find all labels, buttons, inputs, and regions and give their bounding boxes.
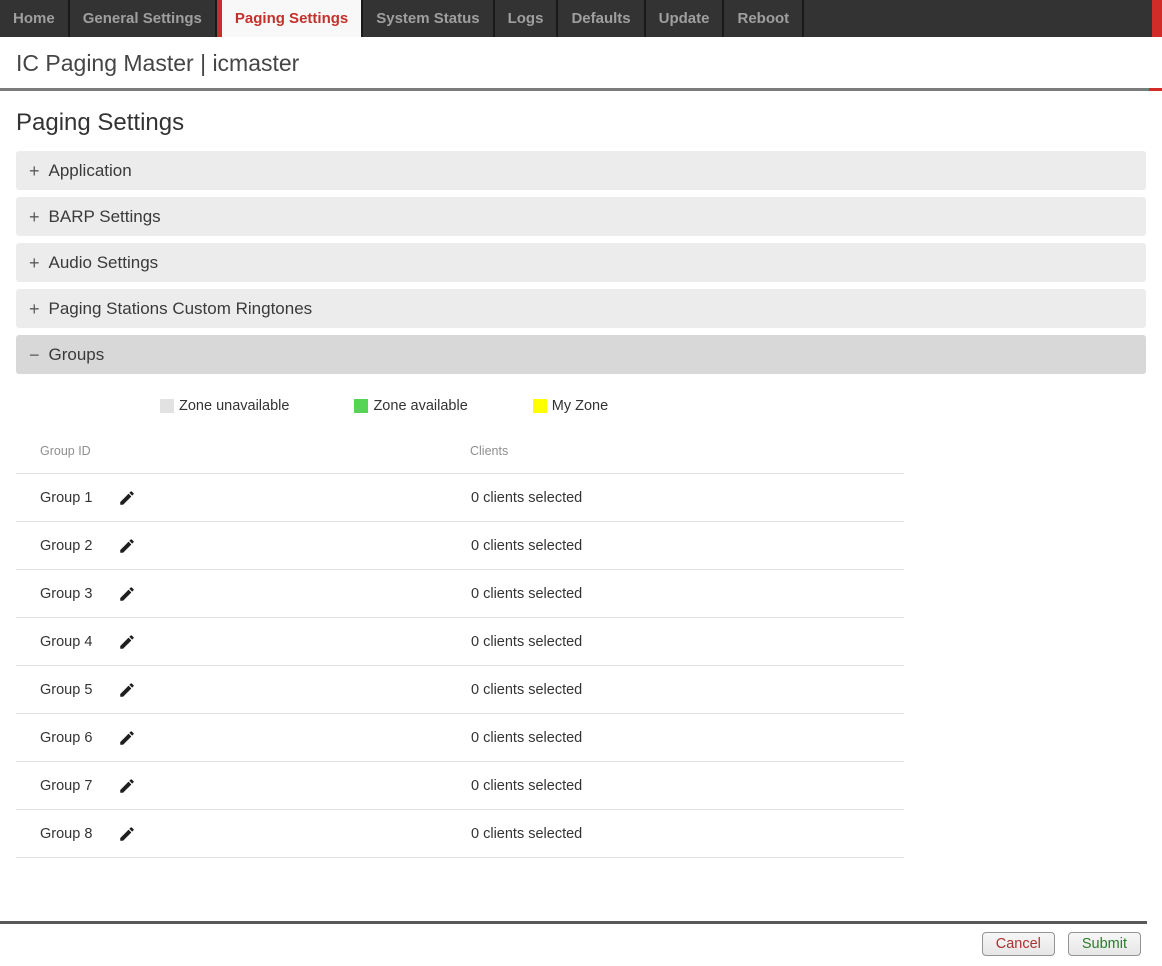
submit-button[interactable]: Submit <box>1068 932 1141 956</box>
collapse-icon: − <box>29 346 40 364</box>
edit-group-button[interactable] <box>118 729 136 747</box>
table-row: Group 8 0 clients selected <box>16 810 904 858</box>
my-zone-swatch <box>533 399 547 413</box>
section-header-audio-settings[interactable]: + Audio Settings <box>16 243 1146 282</box>
section-header-barp-settings[interactable]: + BARP Settings <box>16 197 1146 236</box>
nav-spacer <box>804 0 1152 37</box>
pencil-icon <box>118 633 136 651</box>
legend-item-zone-available: Zone available <box>354 398 467 414</box>
clients-selected-label: 0 clients selected <box>471 538 582 554</box>
section-header-application[interactable]: + Application <box>16 151 1146 190</box>
table-row: Group 6 0 clients selected <box>16 714 904 762</box>
table-row: Group 7 0 clients selected <box>16 762 904 810</box>
main-content: Paging Settings + Application + BARP Set… <box>0 109 1162 858</box>
footer-actions: Cancel Submit <box>0 924 1162 956</box>
table-header-row: Group ID Clients <box>16 431 904 474</box>
legend-label: Zone unavailable <box>179 398 289 414</box>
pencil-icon <box>118 537 136 555</box>
group-id-label: Group 2 <box>40 538 92 554</box>
clients-selected-label: 0 clients selected <box>471 778 582 794</box>
section-label: Paging Stations Custom Ringtones <box>49 299 313 319</box>
table-row: Group 3 0 clients selected <box>16 570 904 618</box>
pencil-icon <box>118 777 136 795</box>
edit-group-button[interactable] <box>118 537 136 555</box>
legend-item-zone-unavailable: Zone unavailable <box>160 398 289 414</box>
page-header: IC Paging Master | icmaster <box>0 37 1162 88</box>
nav-tab-reboot[interactable]: Reboot <box>724 0 804 37</box>
group-id-label: Group 7 <box>40 778 92 794</box>
expand-icon: + <box>29 208 40 226</box>
section-label: BARP Settings <box>49 207 161 227</box>
edit-group-button[interactable] <box>118 585 136 603</box>
top-nav: Home General Settings Paging Settings Sy… <box>0 0 1162 37</box>
table-row: Group 1 0 clients selected <box>16 474 904 522</box>
group-id-label: Group 3 <box>40 586 92 602</box>
nav-tab-update[interactable]: Update <box>646 0 725 37</box>
pencil-icon <box>118 585 136 603</box>
group-id-label: Group 8 <box>40 826 92 842</box>
clients-selected-label: 0 clients selected <box>471 826 582 842</box>
col-header-group-id: Group ID <box>16 431 470 474</box>
clients-selected-label: 0 clients selected <box>471 490 582 506</box>
expand-icon: + <box>29 300 40 318</box>
settings-accordion: + Application + BARP Settings + Audio Se… <box>16 151 1146 374</box>
group-id-label: Group 6 <box>40 730 92 746</box>
pencil-icon <box>118 489 136 507</box>
edit-group-button[interactable] <box>118 825 136 843</box>
cancel-button[interactable]: Cancel <box>982 932 1055 956</box>
table-row: Group 5 0 clients selected <box>16 666 904 714</box>
edit-group-button[interactable] <box>118 633 136 651</box>
section-label: Audio Settings <box>49 253 159 273</box>
legend-item-my-zone: My Zone <box>533 398 608 414</box>
clients-selected-label: 0 clients selected <box>471 634 582 650</box>
pencil-icon <box>118 825 136 843</box>
expand-icon: + <box>29 254 40 272</box>
section-label: Groups <box>49 345 105 365</box>
header-divider <box>0 88 1162 91</box>
legend-label: My Zone <box>552 398 608 414</box>
divider-red-accent <box>1149 88 1162 91</box>
section-label: Application <box>49 161 132 181</box>
clients-selected-label: 0 clients selected <box>471 682 582 698</box>
nav-tab-defaults[interactable]: Defaults <box>558 0 645 37</box>
pencil-icon <box>118 729 136 747</box>
legend-label: Zone available <box>373 398 467 414</box>
clients-selected-label: 0 clients selected <box>471 730 582 746</box>
edit-group-button[interactable] <box>118 777 136 795</box>
paging-settings-heading: Paging Settings <box>16 109 1146 137</box>
edit-group-button[interactable] <box>118 681 136 699</box>
nav-red-accent <box>1152 0 1162 37</box>
expand-icon: + <box>29 162 40 180</box>
edit-group-button[interactable] <box>118 489 136 507</box>
clients-selected-label: 0 clients selected <box>471 586 582 602</box>
pencil-icon <box>118 681 136 699</box>
groups-panel: Zone unavailable Zone available My Zone … <box>16 374 1146 858</box>
col-header-clients: Clients <box>470 431 904 474</box>
group-id-label: Group 4 <box>40 634 92 650</box>
nav-tab-general-settings[interactable]: General Settings <box>70 0 217 37</box>
zone-available-swatch <box>354 399 368 413</box>
group-id-label: Group 1 <box>40 490 92 506</box>
zone-unavailable-swatch <box>160 399 174 413</box>
nav-tab-system-status[interactable]: System Status <box>363 0 494 37</box>
table-row: Group 2 0 clients selected <box>16 522 904 570</box>
page-title: IC Paging Master | icmaster <box>0 37 1162 88</box>
zone-legend: Zone unavailable Zone available My Zone <box>160 398 1146 414</box>
group-id-label: Group 5 <box>40 682 92 698</box>
section-header-groups[interactable]: − Groups <box>16 335 1146 374</box>
nav-tab-home[interactable]: Home <box>0 0 70 37</box>
group-table-body: Group 1 0 clients selected Group 2 0 client… <box>16 474 904 858</box>
nav-tab-paging-settings[interactable]: Paging Settings <box>217 0 363 37</box>
nav-tab-logs[interactable]: Logs <box>495 0 559 37</box>
group-table: Group ID Clients Group 1 0 clients select… <box>16 431 904 858</box>
table-row: Group 4 0 clients selected <box>16 618 904 666</box>
section-header-paging-stations-custom-ringtones[interactable]: + Paging Stations Custom Ringtones <box>16 289 1146 328</box>
